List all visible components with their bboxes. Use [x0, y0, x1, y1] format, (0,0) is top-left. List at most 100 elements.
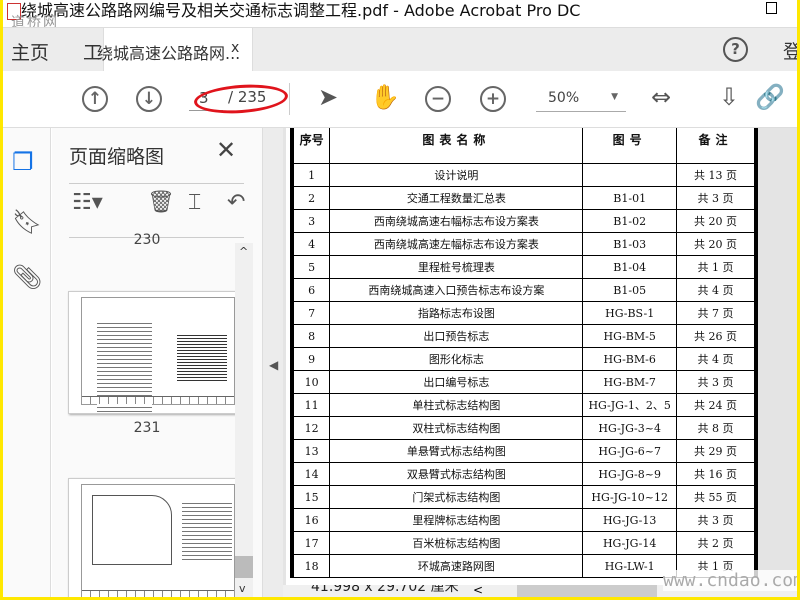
row-code: HG-BM-5	[582, 324, 677, 348]
row-code: HG-JG-3~4	[582, 416, 677, 440]
row-seq: 9	[290, 347, 331, 371]
left-rail: ❐ 🔖︎ 📎︎	[3, 128, 51, 597]
row-note: 共 29 页	[675, 439, 758, 463]
row-note: 共 2 页	[675, 531, 758, 555]
zoom-out-icon[interactable]: −	[425, 86, 451, 112]
row-seq: 8	[290, 324, 331, 348]
row-name: 环城高速路网图	[329, 554, 584, 578]
row-seq: 14	[290, 462, 331, 486]
divider	[289, 83, 290, 115]
table-row: 11 单柱式标志结构图 HG-JG-1、2、5 共 24 页	[290, 393, 758, 417]
table-row: 7 指路标志布设图 HG-BS-1 共 7 页	[290, 301, 758, 325]
row-name: 出口编号标志	[329, 370, 584, 394]
table-row: 3 西南绕城高速右幅标志布设方案表 B1-02 共 20 页	[290, 209, 758, 233]
row-code: HG-JG-1、2、5	[582, 393, 677, 417]
row-name: 百米桩标志结构图	[329, 531, 584, 555]
page-thumbnail[interactable]	[68, 478, 236, 597]
table-row: 15 门架式标志结构图 HG-JG-10~12 共 55 页	[290, 485, 758, 509]
select-cursor-icon[interactable]: ➤	[318, 83, 338, 111]
row-code	[582, 163, 677, 187]
table-row: 5 里程桩号梳理表 B1-04 共 1 页	[290, 255, 758, 279]
chevron-down-icon: ▼	[611, 92, 618, 102]
scroll-down-icon[interactable]: v	[239, 582, 246, 595]
row-note: 共 20 页	[675, 209, 758, 233]
collapse-panel-bar[interactable]: ◀	[262, 128, 283, 597]
previous-page-icon[interactable]: ↑	[82, 86, 108, 112]
close-panel-icon[interactable]: ✕	[216, 136, 236, 164]
zoom-select[interactable]: 50% ▼	[536, 86, 626, 112]
document-view[interactable]: 序号 图表名称 图号 备注 1 设计说明共 13 页 2 交通工程数量汇总表 B1-01…	[283, 128, 797, 585]
help-icon[interactable]: ?	[723, 37, 748, 62]
row-note: 共 24 页	[675, 393, 758, 417]
row-seq: 7	[290, 301, 331, 325]
rotate-icon[interactable]: ↶	[227, 190, 245, 215]
row-seq: 18	[290, 554, 331, 578]
row-seq: 16	[290, 508, 331, 532]
row-code: B1-03	[582, 232, 677, 256]
row-note: 共 20 页	[675, 232, 758, 256]
share-link-icon[interactable]: 🔗	[755, 83, 785, 111]
title-bar: 绕城高速公路路网编号及相关交通标志调整工程.pdf - Adobe Acroba…	[3, 0, 797, 31]
row-code: HG-JG-14	[582, 531, 677, 555]
row-seq: 10	[290, 370, 331, 394]
table-row: 1 设计说明 共 13 页	[290, 163, 758, 187]
row-seq: 15	[290, 485, 331, 509]
table-row: 6 西南绕城高速入口预告标志布设方案 B1-05 共 4 页	[290, 278, 758, 302]
table-row: 12 双柱式标志结构图 HG-JG-3~4 共 8 页	[290, 416, 758, 440]
row-note: 共 8 页	[675, 416, 758, 440]
row-note: 共 16 页	[675, 462, 758, 486]
table-row: 13 单悬臂式标志结构图 HG-JG-6~7 共 29 页	[290, 439, 758, 463]
close-tab-icon[interactable]: x	[231, 40, 239, 56]
panel-scrollbar[interactable]: ^ v	[235, 243, 253, 597]
hand-tool-icon[interactable]: ✋	[370, 83, 400, 111]
row-note: 共 3 页	[675, 508, 758, 532]
row-note: 共 7 页	[675, 301, 758, 325]
scroll-thumb[interactable]	[235, 556, 253, 578]
attachment-icon[interactable]: 📎︎	[12, 263, 42, 291]
next-page-icon[interactable]: ↓	[136, 86, 162, 112]
row-name: 单柱式标志结构图	[329, 393, 584, 417]
insert-page-icon[interactable]: ⌶	[188, 190, 201, 215]
scroll-up-icon[interactable]: ^	[239, 245, 248, 258]
page-label: 230	[133, 232, 161, 244]
pdf-page: 序号 图表名称 图号 备注 1 设计说明共 13 页 2 交通工程数量汇总表 B1-01…	[286, 128, 758, 585]
row-name: 西南绕城高速左幅标志布设方案表	[329, 232, 584, 256]
row-seq: 11	[290, 393, 331, 417]
page-dimensions: 41.998 x 29.702 厘米	[311, 585, 459, 595]
row-seq: 4	[290, 232, 331, 256]
bookmark-icon[interactable]: 🔖︎	[12, 208, 42, 236]
row-seq: 17	[290, 531, 331, 555]
row-name: 图形化标志	[329, 347, 584, 371]
document-tab-label: 绕城高速公路路网...	[97, 44, 241, 63]
fit-page-icon[interactable]: ⇔	[651, 83, 671, 111]
tab-document[interactable]: 绕城高速公路路网... x	[3, 28, 253, 72]
row-seq: 3	[290, 209, 331, 233]
row-seq: 13	[290, 439, 331, 463]
horizontal-scroll-thumb[interactable]	[517, 585, 657, 597]
scroll-left-icon[interactable]: <	[473, 585, 483, 597]
row-name: 设计说明	[329, 163, 584, 187]
row-seq: 1	[290, 163, 331, 187]
row-code: HG-JG-6~7	[582, 439, 677, 463]
scroll-mode-icon[interactable]: ⇩	[719, 83, 739, 111]
collapse-arrow-icon[interactable]: ◀	[269, 358, 278, 372]
row-code: HG-BM-7	[582, 370, 677, 394]
row-note: 共 3 页	[675, 370, 758, 394]
maximize-button[interactable]	[766, 2, 777, 14]
page-thumbnail[interactable]	[68, 291, 236, 414]
watermark-url: www.cndao.com	[663, 570, 797, 591]
table-row: 10 出口编号标志 HG-BM-7 共 3 页	[290, 370, 758, 394]
window-title: 绕城高速公路路网编号及相关交通标志调整工程.pdf - Adobe Acroba…	[21, 1, 581, 20]
row-name: 出口预告标志	[329, 324, 584, 348]
table-row: 4 西南绕城高速左幅标志布设方案表 B1-03 共 20 页	[290, 232, 758, 256]
row-seq: 6	[290, 278, 331, 302]
thumbnail-options-icon[interactable]: ☷▾	[72, 190, 103, 215]
row-code: HG-JG-13	[582, 508, 677, 532]
page-thumbnails-icon[interactable]: ❐	[12, 148, 34, 176]
row-code: HG-JG-10~12	[582, 485, 677, 509]
row-name: 里程牌标志结构图	[329, 508, 584, 532]
delete-icon[interactable]: 🗑︎	[147, 190, 175, 215]
login-button[interactable]: 登	[783, 37, 797, 64]
zoom-in-icon[interactable]: +	[480, 86, 506, 112]
row-name: 西南绕城高速入口预告标志布设方案	[329, 278, 584, 302]
